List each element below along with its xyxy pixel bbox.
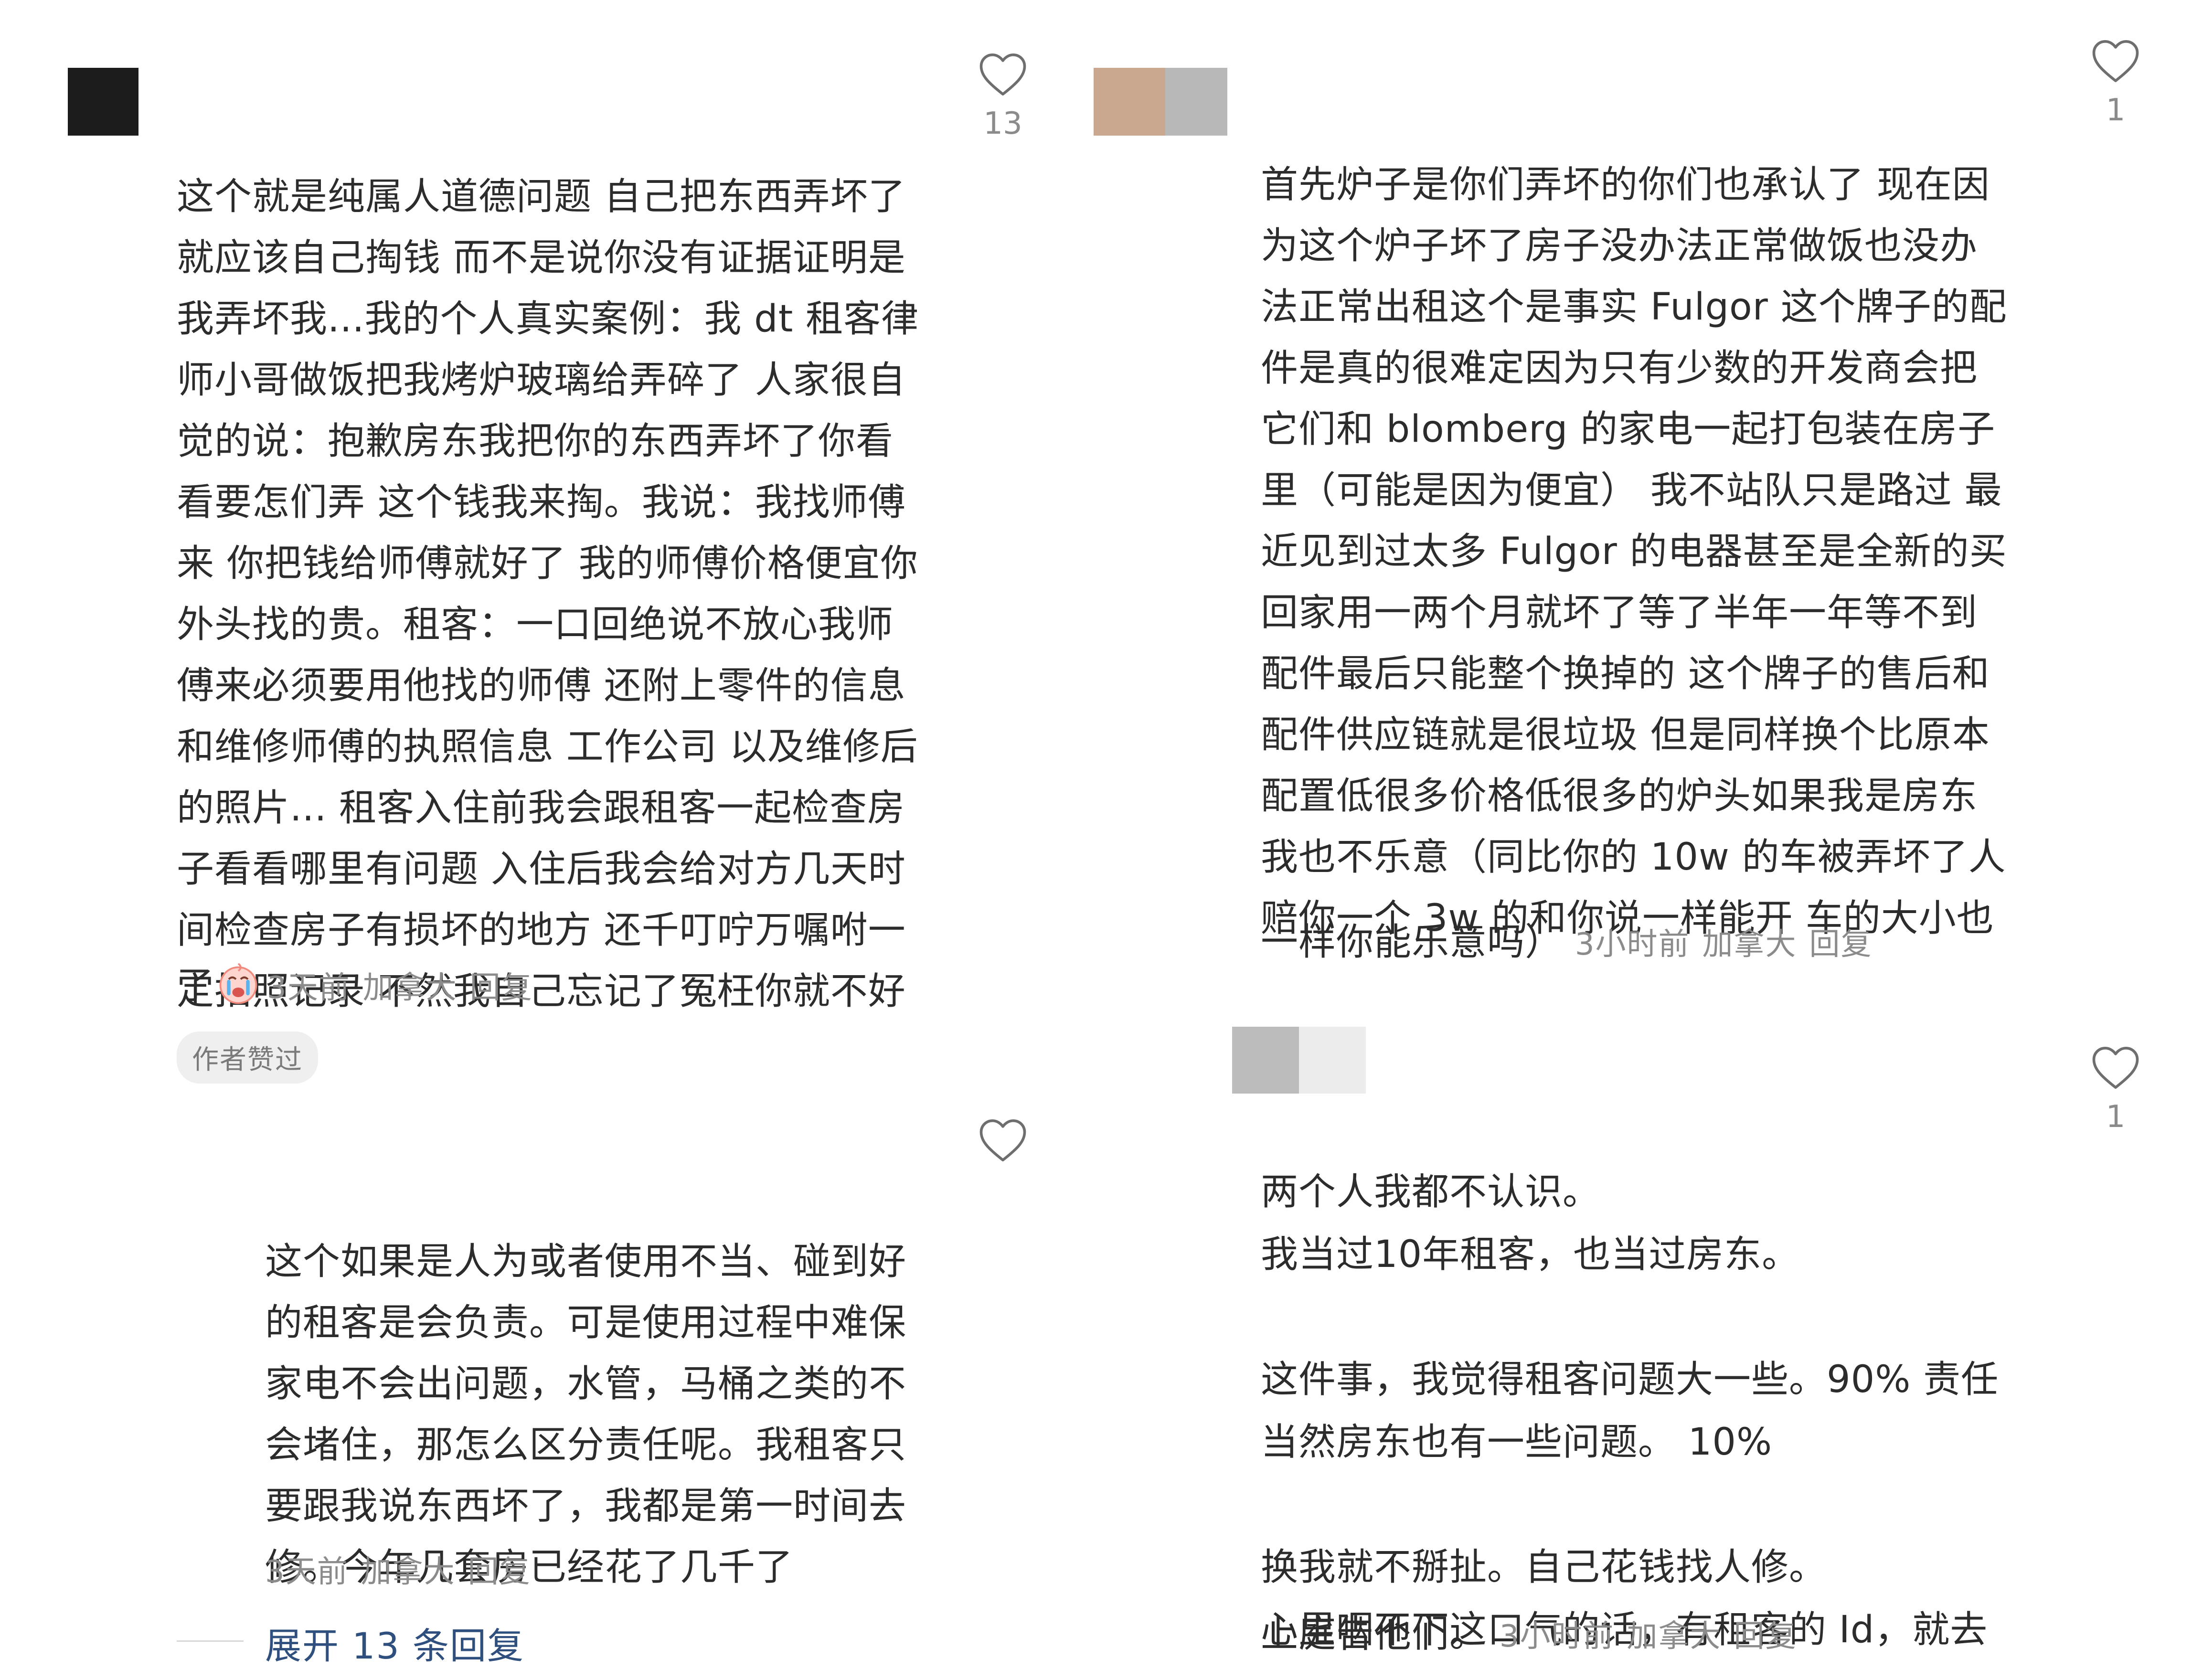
comment-time: 3小时前 — [1575, 927, 1690, 962]
heart-icon — [979, 1119, 1026, 1161]
reply-like-button[interactable] — [974, 1117, 1032, 1163]
comment-body: 这个就是纯属人道德问题 自己把东西弄坏了 就应该自己掏钱 而不是说你没有证据证明… — [177, 175, 919, 1013]
comment-location: 加拿大 — [1627, 1619, 1722, 1654]
comment-meta: 3小时前 加拿大 回复 — [1575, 927, 1885, 962]
reply-location: 加拿大 — [361, 1554, 456, 1590]
comment-location: 加拿大 — [1702, 927, 1797, 962]
comment-meta: 3天前 加拿大 回复 — [267, 970, 545, 1006]
reply-button[interactable]: 回复 — [1734, 1619, 1797, 1654]
expand-divider — [177, 1640, 244, 1642]
left-comment-column: 13 这个就是纯属人道德问题 自己把东西弄坏了 就应该自己掏钱 而不是说你没有证… — [0, 0, 1094, 1680]
right-comment-column: 1 首先炉子是你们弄坏的你们也承认了 现在因 为这个炉子坏了房子没办法正常做饭也… — [1094, 0, 2192, 1680]
heart-icon — [2092, 1047, 2139, 1089]
reply-body: 这个如果是人为或者使用不当、碰到好 的租客是会负责。可是使用过程中难保 家电不会… — [265, 1240, 907, 1589]
comment-text: 这个就是纯属人道德问题 自己把东西弄坏了 就应该自己掏钱 而不是说你没有证据证明… — [177, 105, 950, 1022]
avatar[interactable] — [68, 68, 138, 136]
like-count: 13 — [983, 106, 1022, 141]
comment-text: 首先炉子是你们弄坏的你们也承认了 现在因 为这个炉子坏了房子没办法正常做饭也没办… — [1261, 93, 2082, 949]
avatar-blur — [1299, 1027, 1366, 1094]
comment-location: 加拿大 — [362, 970, 458, 1006]
like-count: 1 — [2106, 93, 2126, 128]
reply-reply-button[interactable]: 回复 — [468, 1554, 531, 1590]
avatar[interactable] — [1094, 68, 1165, 136]
comment-body-end: 上庭告他们。 — [1261, 1613, 1488, 1656]
like-button[interactable]: 1 — [2087, 1045, 2144, 1135]
comment-time: 3小时前 — [1499, 1619, 1615, 1654]
avatar-blur — [1165, 68, 1227, 136]
comment-body: 首先炉子是你们弄坏的你们也承认了 现在因 为这个炉子坏了房子没办法正常做饭也没办… — [1261, 163, 2007, 940]
comment-last-line: 一样你能乐意吗） 3小时前 加拿大 回复 — [1261, 912, 2120, 975]
reply-meta: 3天前 加拿大 回复 — [265, 1547, 543, 1591]
reply-button[interactable]: 回复 — [1809, 927, 1873, 962]
comment-body-end: 了 — [177, 964, 215, 1007]
comment-last-line: 上庭告他们。 3小时前 加拿大 回复 — [1261, 1604, 2120, 1667]
like-button[interactable]: 13 — [974, 52, 1032, 141]
expand-replies-button[interactable]: 展开 13 条回复 — [265, 1616, 524, 1669]
crying-face-icon — [214, 959, 262, 1007]
like-count: 1 — [2106, 1099, 2126, 1135]
heart-icon — [2092, 40, 2139, 82]
reply-time: 3天前 — [265, 1554, 349, 1590]
like-button[interactable]: 1 — [2087, 38, 2144, 128]
comment-time: 3天前 — [267, 970, 351, 1006]
comment-meta: 3小时前 加拿大 回复 — [1500, 1619, 1809, 1654]
comment-body-end: 一样你能乐意吗） — [1261, 921, 1563, 964]
comment-last-line: 了 3天前 加拿大 回复 — [177, 955, 989, 1019]
comment-text: 两个人我都不认识。 我当过10年租客，也当过房东。 这件事，我觉得租客问题大一些… — [1261, 1098, 2082, 1661]
heart-icon — [979, 53, 1026, 96]
comment-body: 两个人我都不认识。 我当过10年租客，也当过房东。 这件事，我觉得租客问题大一些… — [1261, 1170, 1999, 1651]
reply-text: 这个如果是人为或者使用不当、碰到好 的租客是会负责。可是使用过程中难保 家电不会… — [265, 1170, 958, 1598]
avatar[interactable] — [1232, 1027, 1299, 1094]
author-liked-badge: 作者赞过 — [177, 1031, 318, 1084]
reply-button[interactable]: 回复 — [470, 970, 533, 1006]
